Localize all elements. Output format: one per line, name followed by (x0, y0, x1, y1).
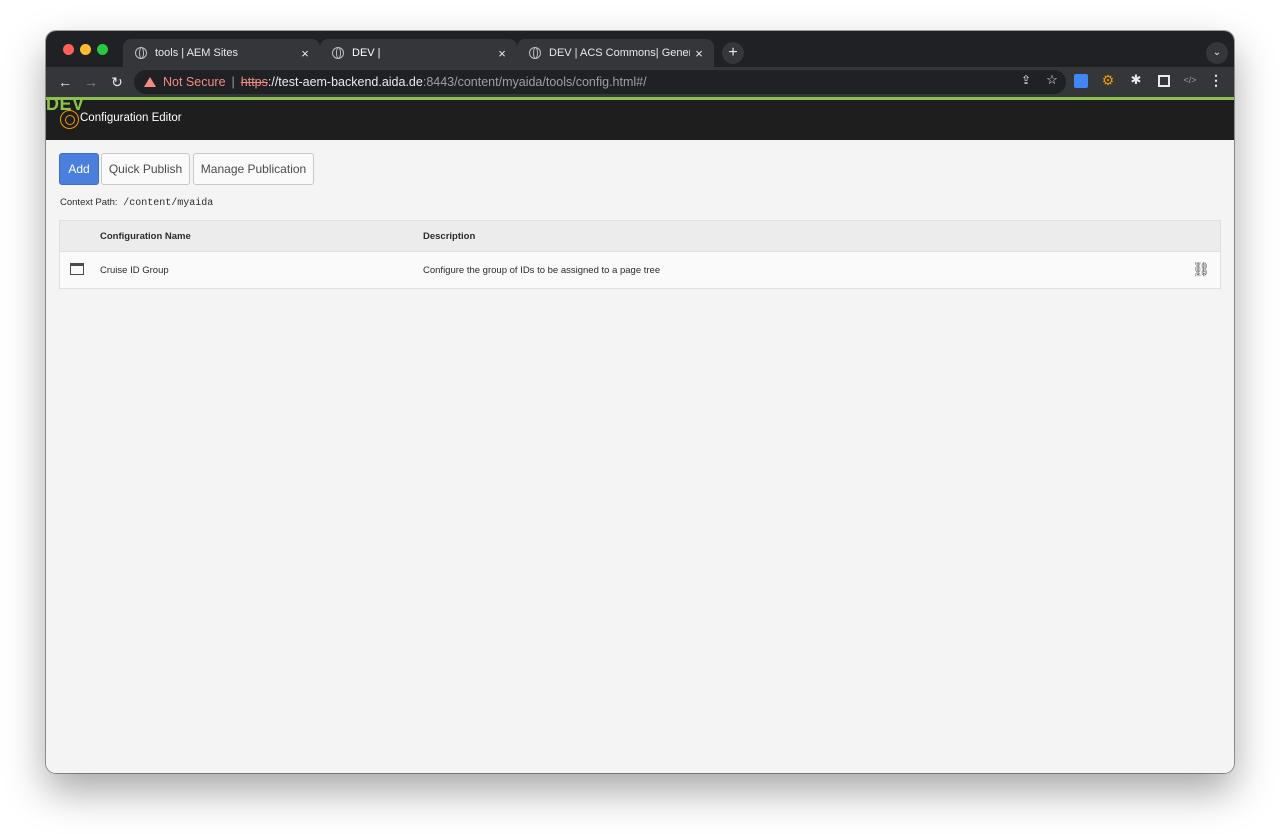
configuration-table: Configuration Name Description Cruise ID… (59, 220, 1221, 289)
column-header-name[interactable]: Configuration Name (100, 231, 191, 242)
context-path-label: Context Path: (60, 197, 118, 208)
maximize-window-button[interactable] (97, 44, 108, 55)
page-title: Configuration Editor (80, 112, 182, 124)
add-button[interactable]: Add (59, 153, 99, 185)
close-tab-icon[interactable]: × (690, 46, 708, 61)
tab-search-button[interactable]: ⌄ (1206, 42, 1228, 64)
extension-shield-icon[interactable] (1074, 74, 1088, 88)
close-window-button[interactable] (63, 44, 74, 55)
tab-title: tools | AEM Sites (155, 47, 238, 59)
back-arrow-icon[interactable]: ← (55, 72, 75, 92)
tab-acs-commons[interactable]: DEV | ACS Commons| Generic × (517, 39, 714, 67)
globe-icon (135, 47, 147, 59)
tab-dev[interactable]: DEV | × (320, 39, 517, 67)
share-icon[interactable]: ⇪ (1018, 72, 1034, 88)
manage-publication-button[interactable]: Manage Publication (193, 153, 314, 185)
broken-link-icon[interactable]: ⛓ (1192, 261, 1210, 278)
url-path: :8443/content/myaida/tools/config.html#/ (422, 75, 647, 89)
url-separator: | (231, 75, 235, 89)
bookmark-star-icon[interactable]: ☆ (1044, 72, 1060, 88)
configuration-name[interactable]: Cruise ID Group (100, 265, 169, 276)
more-menu-icon[interactable]: ⋮ (1208, 72, 1224, 88)
browser-window: tools | AEM Sites × DEV | × DEV | ACS Co… (46, 31, 1234, 773)
table-row[interactable]: Cruise ID Group Configure the group of I… (60, 252, 1220, 288)
forward-arrow-icon[interactable]: → (81, 72, 101, 92)
tab-aem-sites[interactable]: tools | AEM Sites × (123, 39, 320, 67)
column-header-description[interactable]: Description (423, 231, 475, 242)
address-bar[interactable]: Not Secure | https ://test-aem-backend.a… (134, 70, 1066, 94)
security-label[interactable]: Not Secure (163, 75, 226, 89)
app-logo-icon (60, 110, 79, 129)
reload-icon[interactable]: ↻ (107, 72, 127, 92)
code-extension-icon[interactable]: </> (1182, 72, 1198, 88)
globe-icon (332, 47, 344, 59)
tab-title: DEV | ACS Commons| Generic (549, 47, 690, 59)
main-content: Add Quick Publish Manage Publication Con… (46, 140, 1234, 773)
browser-toolbar: ← → ↻ Not Secure | https ://test-aem-bac… (46, 67, 1234, 97)
tab-title: DEV | (352, 47, 381, 59)
globe-icon (529, 47, 541, 59)
url-scheme: https (240, 75, 268, 89)
context-path-value: /content/myaida (123, 198, 214, 209)
extensions-puzzle-icon[interactable]: ✱ (1128, 72, 1144, 88)
table-header: Configuration Name Description (60, 221, 1220, 252)
close-tab-icon[interactable]: × (296, 46, 314, 61)
context-path: Context Path: /content/myaida (60, 197, 213, 209)
side-panel-icon[interactable] (1158, 75, 1170, 87)
extension-gear-icon[interactable]: ⚙ (1100, 72, 1116, 88)
window-icon (70, 263, 84, 275)
quick-publish-button[interactable]: Quick Publish (101, 153, 190, 185)
configuration-description: Configure the group of IDs to be assigne… (423, 265, 661, 276)
app-header: DEV Configuration Editor (46, 94, 1234, 140)
close-tab-icon[interactable]: × (493, 46, 511, 61)
tab-strip: tools | AEM Sites × DEV | × DEV | ACS Co… (46, 31, 1234, 67)
new-tab-button[interactable]: + (722, 42, 744, 64)
warning-icon (144, 77, 156, 87)
minimize-window-button[interactable] (80, 44, 91, 55)
url-host: ://test-aem-backend.aida.de (267, 75, 423, 89)
